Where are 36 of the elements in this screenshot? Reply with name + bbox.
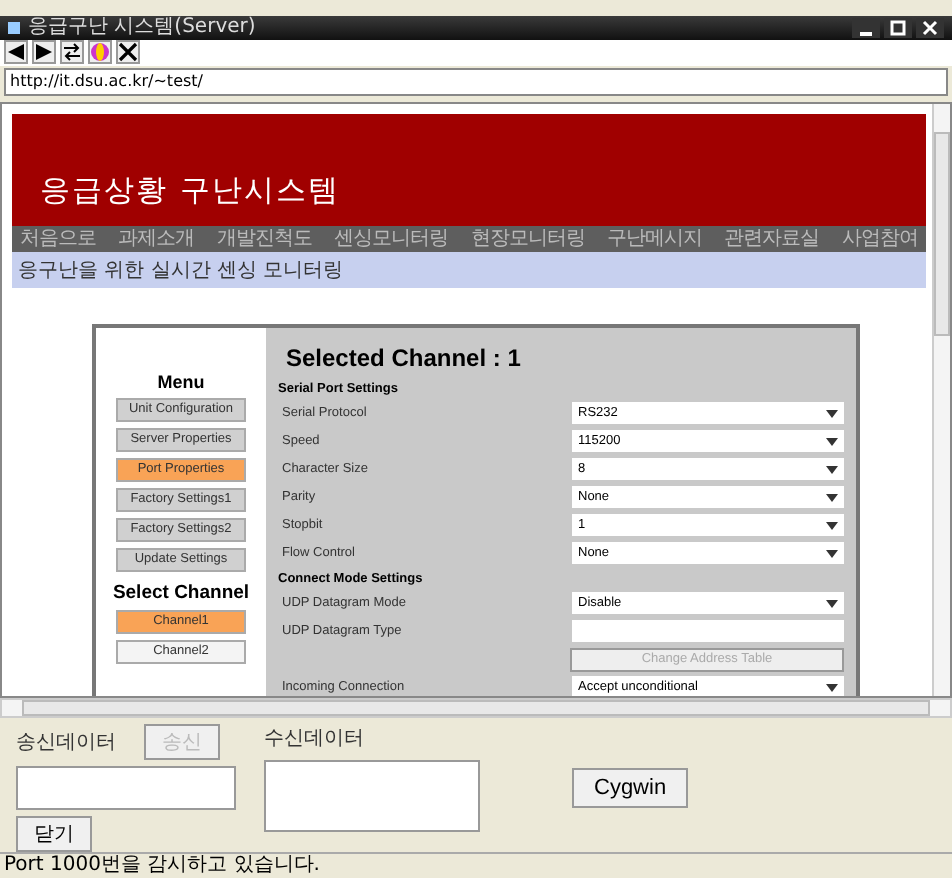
dropdown-arrow-icon <box>826 437 838 446</box>
dropdown-arrow-icon <box>826 465 838 474</box>
panel-title: Selected Channel : 1 <box>284 343 523 372</box>
refresh-icon[interactable] <box>60 40 84 65</box>
maximize-button[interactable] <box>884 18 912 38</box>
site-title: 응급상황 구난시스템 <box>40 171 340 210</box>
cygwin-button[interactable]: Cygwin <box>572 768 689 808</box>
subtitle: 응구난을 위한 실시간 센싱 모니터링 <box>18 257 344 284</box>
send-text-box[interactable] <box>16 766 236 810</box>
stop-icon[interactable] <box>116 40 140 65</box>
close-icon <box>922 20 938 36</box>
dropdown-arrow-icon <box>826 599 838 608</box>
dropdown-arrow-icon <box>826 409 838 418</box>
window-title: 응급구난 시스템(Server) <box>28 16 256 40</box>
back-icon[interactable] <box>4 40 28 65</box>
menu-heading: Menu <box>157 371 205 392</box>
globe-icon[interactable] <box>88 40 112 65</box>
vertical-scrollbar[interactable] <box>932 103 950 696</box>
channel-heading: Select Channel <box>112 581 250 604</box>
horizontal-scrollbar[interactable] <box>0 698 952 718</box>
receive-label: 수신데이터 <box>264 726 366 752</box>
input-field[interactable] <box>572 620 844 643</box>
status-text: Port 1000번을 감시하고 있습니다. <box>4 854 320 876</box>
dropdown-arrow-icon <box>826 493 838 502</box>
forward-icon[interactable] <box>32 40 56 65</box>
address-field[interactable]: http://it.dsu.ac.kr/~test/ <box>4 67 948 96</box>
send-label: 송신데이터 <box>16 730 116 756</box>
close-button[interactable] <box>916 18 944 38</box>
dropdown-arrow-icon <box>826 683 838 692</box>
dropdown-arrow-icon <box>826 521 838 530</box>
app-icon <box>8 22 20 34</box>
minimize-button[interactable] <box>852 18 880 38</box>
close-form-button[interactable]: 닫기 <box>16 816 92 852</box>
receive-text-box[interactable] <box>264 760 480 832</box>
maximize-icon <box>890 20 906 36</box>
dropdown-arrow-icon <box>826 549 838 558</box>
